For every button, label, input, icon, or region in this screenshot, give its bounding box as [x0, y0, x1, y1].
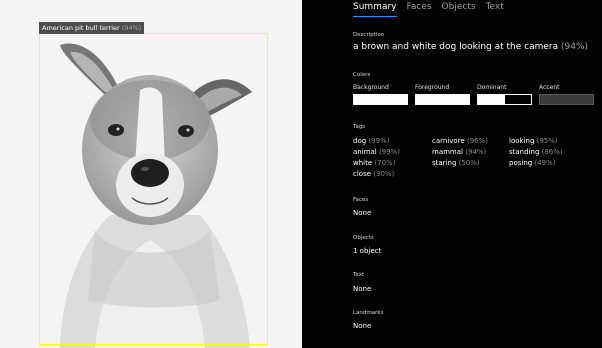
tags-column-2: carnivore (96%) mammal (94%) staring (50… — [432, 136, 488, 169]
color-dominant: Dominant — [477, 84, 533, 105]
color-foreground-label: Foreground — [415, 84, 450, 91]
description-caption: a brown and white dog looking at the cam… — [353, 42, 559, 52]
color-dominant-swatch — [477, 94, 532, 105]
landmarks-value: None — [353, 322, 372, 330]
color-dominant-label: Dominant — [477, 84, 507, 91]
object-confidence: (94%) — [121, 24, 142, 32]
image-preview-pane: American pit bull terrier (94%) — [0, 0, 302, 348]
objects-value: 1 object — [353, 247, 382, 255]
object-bounding-box — [39, 33, 268, 345]
tag-item: looking (95%) — [509, 137, 558, 145]
tab-objects[interactable]: Objects — [442, 0, 476, 16]
analysis-tabs: Summary Faces Objects Text — [353, 0, 504, 17]
color-accent-swatch — [539, 94, 594, 105]
tag-item: white (70%) — [353, 159, 396, 167]
tag-item: carnivore (96%) — [432, 137, 488, 145]
faces-value: None — [353, 209, 372, 217]
tab-summary[interactable]: Summary — [353, 0, 397, 17]
object-label-tag: American pit bull terrier (94%) — [39, 22, 145, 34]
tag-item: standing (86%) — [509, 148, 563, 156]
description-caption-row: a brown and white dog looking at the cam… — [353, 42, 588, 52]
color-background-label: Background — [353, 84, 389, 91]
objects-heading: Objects — [353, 235, 374, 241]
color-accent-label: Accent — [539, 84, 560, 91]
color-foreground-swatch — [415, 94, 470, 105]
description-confidence: (94%) — [561, 42, 589, 52]
tab-text[interactable]: Text — [486, 0, 504, 16]
analysis-details-pane: Summary Faces Objects Text Description a… — [302, 0, 602, 348]
text-heading: Text — [353, 272, 365, 278]
color-accent: Accent — [539, 84, 595, 105]
tab-faces[interactable]: Faces — [407, 0, 432, 16]
colors-heading: Colors — [353, 72, 371, 78]
tag-item: dog (99%) — [353, 137, 390, 145]
color-background-swatch — [353, 94, 408, 105]
faces-heading: Faces — [353, 197, 369, 203]
tag-item: posing (49%) — [509, 159, 556, 167]
text-value: None — [353, 285, 372, 293]
tags-column-1: dog (99%) animal (99%) white (70%) close… — [353, 136, 400, 180]
object-label: American pit bull terrier — [42, 24, 120, 32]
tag-item: animal (99%) — [353, 148, 400, 156]
tags-heading: Tags — [353, 124, 366, 130]
color-foreground: Foreground — [415, 84, 471, 105]
description-heading: Description — [353, 32, 385, 38]
color-background: Background — [353, 84, 409, 105]
tag-item: mammal (94%) — [432, 148, 487, 156]
landmarks-heading: Landmarks — [353, 310, 384, 316]
tags-column-3: looking (95%) standing (86%) posing (49%… — [509, 136, 563, 169]
tag-item: staring (50%) — [432, 159, 480, 167]
tag-item: close (30%) — [353, 170, 395, 178]
